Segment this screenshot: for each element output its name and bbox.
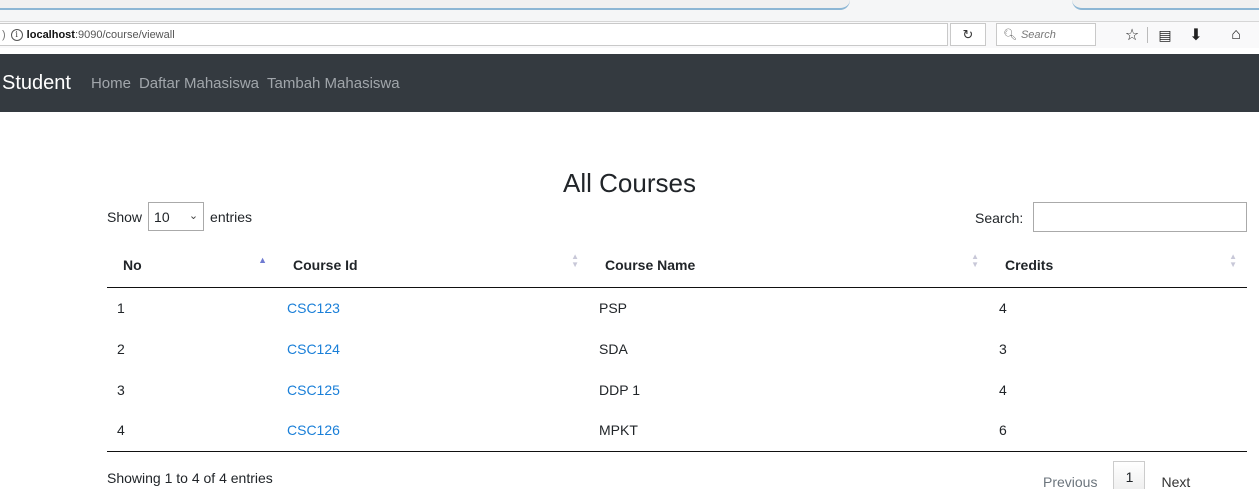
pagination-previous[interactable]: Previous	[1043, 474, 1097, 489]
chevron-down-icon: ⌄	[188, 210, 199, 222]
page-length-value: 10	[154, 208, 170, 225]
sort-ascending-icon: ▲	[258, 255, 267, 265]
cell-course-id: CSC126	[277, 410, 589, 452]
browser-tab-strip	[0, 0, 1259, 22]
page-length-select[interactable]: 10 ⌄	[148, 202, 205, 231]
page-length-control: Show 10 ⌄ entries	[107, 202, 252, 231]
pagination: Previous 1 Next	[1043, 457, 1190, 489]
courses-table: No ▲ Course Id ▲ ▼ Course Name ▲ ▼ Credits…	[107, 243, 1247, 452]
entries-label: entries	[210, 208, 253, 225]
cell-course-id: CSC125	[277, 369, 589, 410]
bookmark-star-icon[interactable]: ☆	[1122, 25, 1142, 45]
column-header-course-name[interactable]: Course Name ▲ ▼	[589, 243, 989, 288]
pagination-next[interactable]: Next	[1161, 474, 1190, 489]
cell-course-id: CSC124	[277, 328, 589, 369]
cell-no: 1	[117, 299, 125, 316]
column-header-label: Credits	[1005, 256, 1054, 273]
url-bar-edge: )	[2, 28, 6, 41]
cell-course-name: DDP 1	[599, 381, 640, 398]
column-header-label: Course Name	[605, 256, 696, 273]
table-header-row: No ▲ Course Id ▲ ▼ Course Name ▲ ▼ Credits…	[107, 243, 1247, 288]
pagination-page-1[interactable]: 1	[1113, 461, 1146, 489]
course-id-link[interactable]: CSC126	[287, 422, 340, 438]
cell-no: 4	[107, 410, 277, 452]
browser-search-placeholder: Search	[1020, 28, 1056, 41]
cell-credits: 4	[999, 381, 1007, 398]
column-header-label: Course Id	[293, 256, 358, 273]
cell-no: 3	[117, 381, 125, 398]
table-row: 4 CSC126 MPKT 6	[107, 410, 1247, 452]
sort-icon: ▲ ▼	[571, 252, 579, 269]
home-icon[interactable]: ⌂	[1226, 25, 1246, 45]
cell-no: 2	[117, 340, 125, 357]
cell-course-id: CSC123	[277, 287, 589, 328]
browser-tab[interactable]	[0, 0, 850, 10]
cell-course-name: MPKT	[589, 410, 989, 452]
url-bar[interactable]: ) i localhost:9090/course/viewall	[0, 23, 948, 46]
sort-icon: ▲ ▼	[1229, 252, 1237, 269]
cell-course-name: PSP	[599, 299, 628, 316]
cell-credits: 6	[989, 410, 1247, 452]
table-search-label: Search:	[975, 210, 1024, 226]
toolbar-separator	[1147, 27, 1148, 43]
course-id-link[interactable]: CSC123	[287, 300, 340, 316]
table-search-input[interactable]	[1033, 202, 1247, 232]
nav-link-home[interactable]: Home	[91, 75, 131, 92]
browser-tab-right[interactable]	[1072, 0, 1259, 10]
download-icon[interactable]: ⬇	[1186, 25, 1206, 45]
navbar: Student Home Daftar Mahasiswa Tambah Mah…	[0, 54, 1259, 112]
table-row: 2 CSC124 SDA 3	[107, 328, 1247, 369]
page-title: All Courses	[563, 168, 696, 198]
nav-link-tambah-mahasiswa[interactable]: Tambah Mahasiswa	[267, 75, 400, 92]
column-header-label: No	[123, 256, 142, 273]
navbar-brand[interactable]: Student	[2, 72, 71, 95]
url-path: :9090/course/viewall	[74, 28, 175, 41]
cell-credits: 4	[999, 299, 1007, 316]
search-icon: 🔍︎	[1003, 29, 1017, 41]
browser-search-box[interactable]: 🔍︎ Search	[996, 23, 1096, 46]
table-row: 1 CSC123 PSP 4	[107, 287, 1247, 328]
info-icon[interactable]: i	[10, 28, 23, 41]
table-row: 3 CSC125 DDP 1 4	[107, 369, 1247, 410]
cell-credits: 3	[999, 340, 1007, 357]
show-label: Show	[107, 208, 143, 225]
cell-course-name: SDA	[599, 340, 628, 357]
course-id-link[interactable]: CSC124	[287, 341, 340, 357]
reload-button[interactable]: ↻	[950, 23, 986, 46]
column-header-credits[interactable]: Credits ▲ ▼	[989, 243, 1247, 288]
course-id-link[interactable]: CSC125	[287, 382, 340, 398]
column-header-course-id[interactable]: Course Id ▲ ▼	[277, 243, 589, 288]
url-host: localhost	[26, 28, 75, 41]
reload-icon: ↻	[962, 26, 974, 42]
reading-list-icon[interactable]: ▤	[1155, 25, 1175, 45]
sort-icon: ▲ ▼	[971, 252, 979, 269]
column-header-no[interactable]: No ▲	[107, 243, 277, 288]
nav-link-daftar-mahasiswa[interactable]: Daftar Mahasiswa	[139, 75, 259, 92]
table-info: Showing 1 to 4 of 4 entries	[107, 470, 273, 486]
